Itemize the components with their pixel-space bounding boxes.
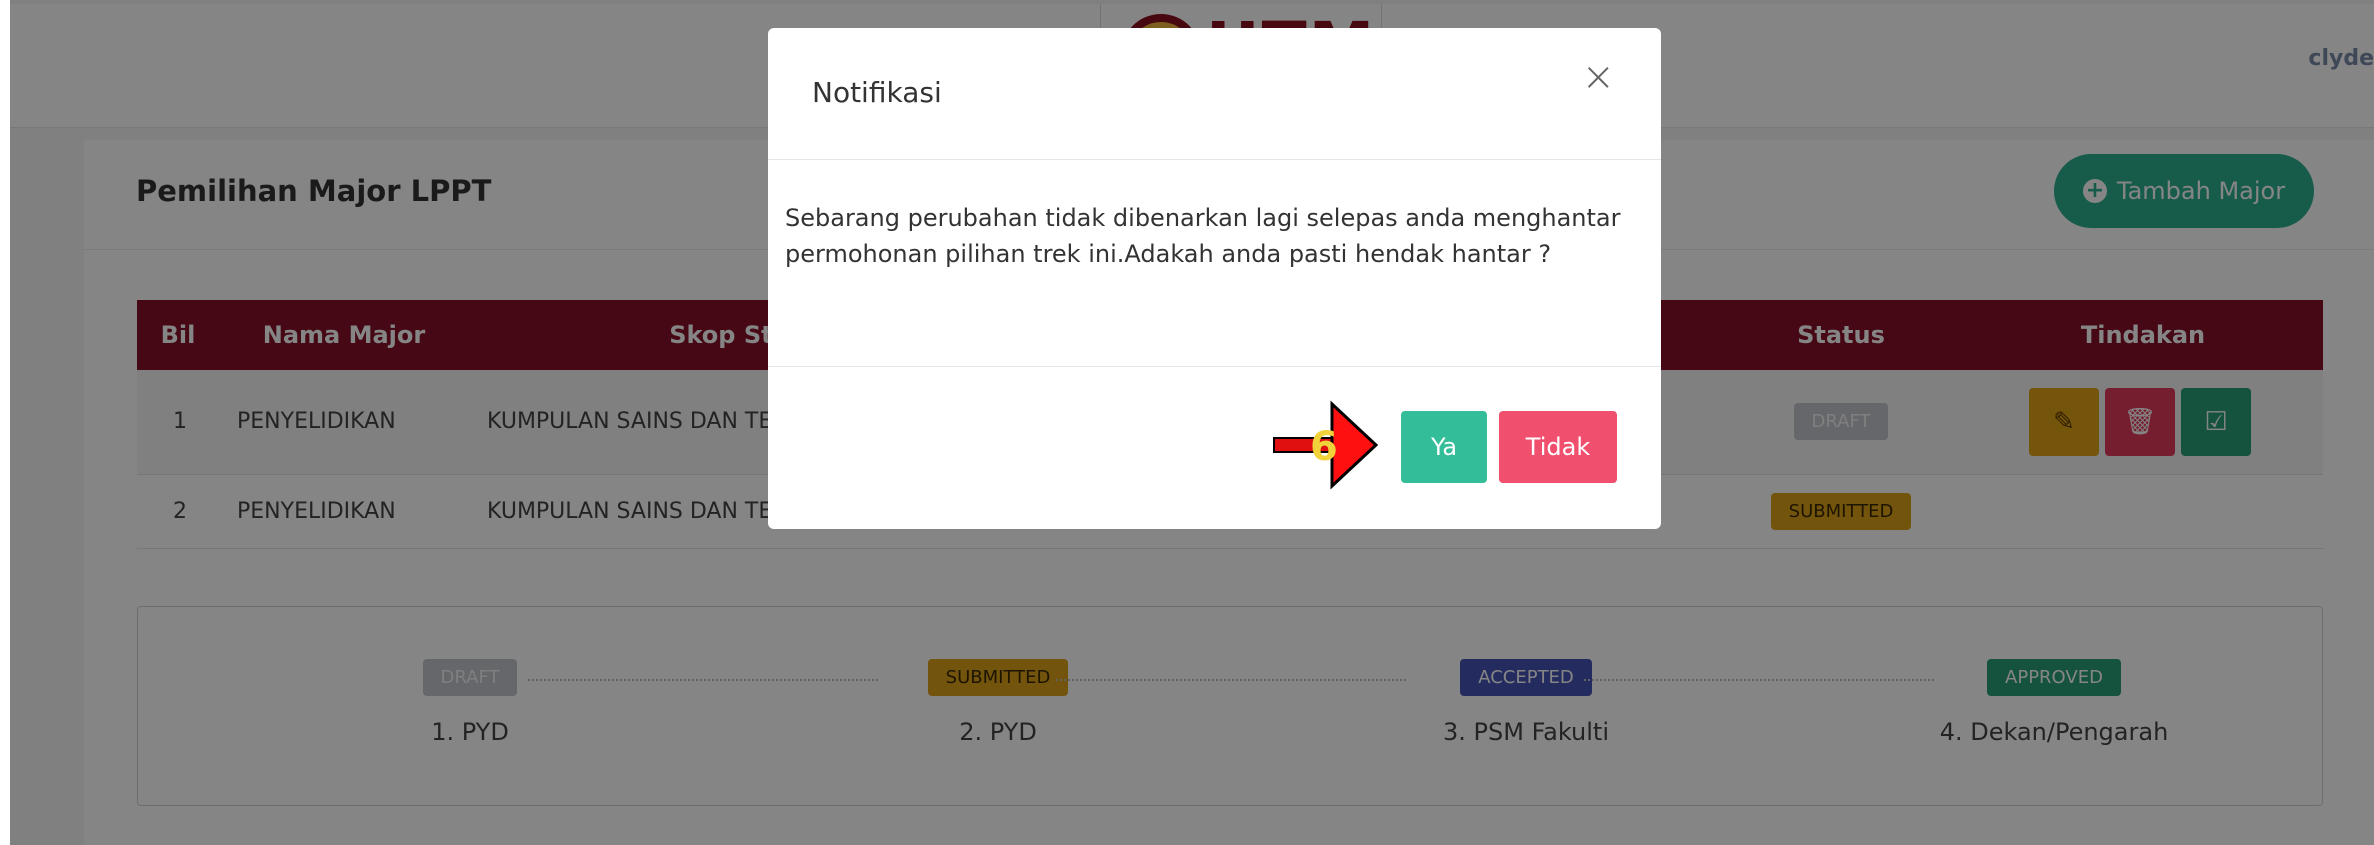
confirmation-modal: Notifikasi × Sebarang perubahan tidak di…: [768, 28, 1661, 529]
yes-button[interactable]: Ya: [1401, 411, 1487, 483]
no-button[interactable]: Tidak: [1499, 411, 1617, 483]
close-icon[interactable]: ×: [1581, 54, 1615, 100]
modal-title: Notifikasi: [812, 76, 942, 109]
modal-footer: Ya Tidak: [768, 366, 1661, 529]
modal-message-line-1: Sebarang perubahan tidak dibenarkan lagi…: [785, 204, 1621, 232]
modal-body: Sebarang perubahan tidak dibenarkan lagi…: [785, 200, 1625, 272]
modal-message-line-2: permohonan pilihan trek ini.Adakah anda …: [785, 240, 1552, 268]
left-edge: [0, 0, 10, 845]
step-number-label: 6: [1310, 424, 1338, 470]
modal-header: Notifikasi ×: [768, 28, 1661, 160]
